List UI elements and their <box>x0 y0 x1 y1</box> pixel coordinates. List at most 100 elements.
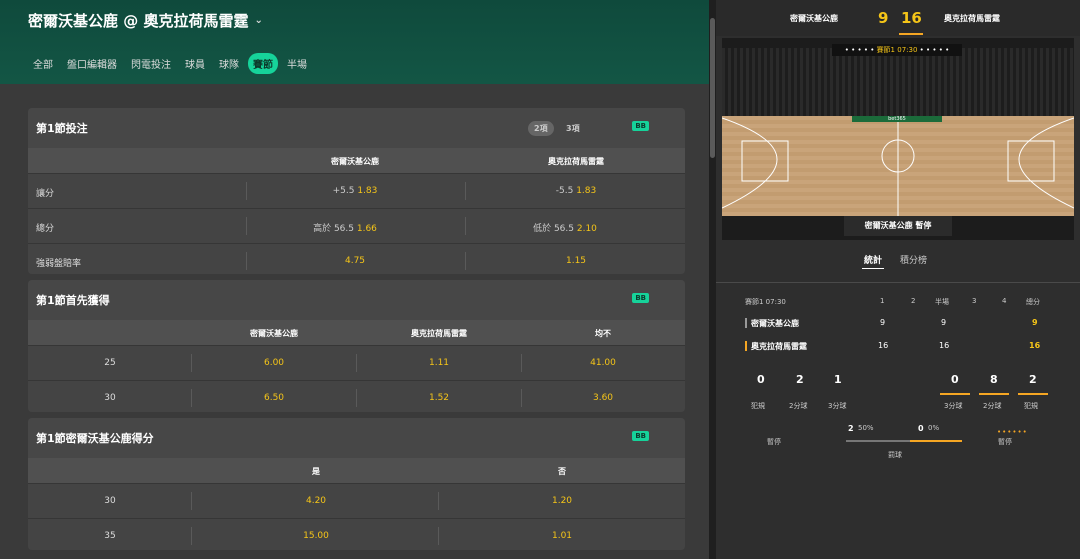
option-pill-2[interactable]: 2項 <box>528 121 554 136</box>
away-total: 16 <box>1029 341 1041 350</box>
table-row: 30 6.50 1.52 3.60 <box>28 380 685 412</box>
odds-cell-home[interactable]: +5.5 1.83 <box>333 186 378 196</box>
label-two-away: 2分球 <box>983 402 1002 410</box>
col-q3: 3 <box>972 297 977 305</box>
odds-cell[interactable]: 6.00 <box>264 358 284 368</box>
table-row: 總分 高於 56.5 1.66 低於 56.5 2.10 <box>28 208 685 243</box>
away-team-row-name: 奧克拉荷馬雷霆 <box>751 342 807 351</box>
home-ft-bar <box>846 440 910 442</box>
home-half: 9 <box>941 318 947 327</box>
col-home: 密爾沃基公鹿 <box>331 157 379 166</box>
row-label: 25 <box>104 358 116 368</box>
bet-builder-badge: BB <box>632 431 649 441</box>
market-header[interactable]: 第1節首先獲得 BB <box>28 280 685 320</box>
odds-cell[interactable]: 1.01 <box>552 531 572 541</box>
away-q1: 16 <box>878 341 889 350</box>
away-three-bar <box>940 393 970 395</box>
home-three-pointers: 1 <box>834 373 842 386</box>
away-team-name: 奧克拉荷馬雷霆 <box>944 14 1000 23</box>
odds-cell-away[interactable]: 1.15 <box>566 256 586 266</box>
odds-cell[interactable]: 6.50 <box>264 393 284 403</box>
market-header[interactable]: 第1節密爾沃基公鹿得分 BB <box>28 418 685 458</box>
row-label: 總分 <box>36 224 55 234</box>
away-fouls: 2 <box>1029 373 1037 386</box>
row-label: 35 <box>104 531 116 541</box>
court-lines <box>722 116 1074 216</box>
row-label: 30 <box>104 393 116 403</box>
col-yes: 是 <box>312 467 320 476</box>
tab-half[interactable]: 半場 <box>282 53 312 74</box>
away-two-bar <box>979 393 1009 395</box>
col-no: 否 <box>558 467 566 476</box>
col-home: 密爾沃基公鹿 <box>250 329 298 338</box>
game-status: 密爾沃基公鹿 暫停 <box>844 216 952 236</box>
odds-cell[interactable]: 1.20 <box>552 496 572 506</box>
option-pill-3[interactable]: 3項 <box>566 123 580 134</box>
label-three: 3分球 <box>828 402 847 410</box>
home-score: 9 <box>878 9 889 27</box>
table-row: 35 15.00 1.01 <box>28 518 685 550</box>
sponsor-board: bet365 <box>852 116 942 122</box>
tab-stats[interactable]: 統計 <box>864 253 882 266</box>
event-header: 密爾沃基公鹿 @ 奧克拉荷馬雷霆 ⌄ 全部 盤口編輯器 閃電投注 球員 球隊 賽… <box>0 0 709 84</box>
odds-cell-away[interactable]: 低於 56.5 2.10 <box>533 221 597 234</box>
tab-standings[interactable]: 積分榜 <box>900 253 927 266</box>
court-floor <box>722 116 1074 216</box>
tab-teams[interactable]: 球隊 <box>214 53 244 74</box>
market-title: 第1節密爾沃基公鹿得分 <box>36 432 154 445</box>
home-fouls: 0 <box>757 373 765 386</box>
event-title[interactable]: 密爾沃基公鹿 @ 奧克拉荷馬雷霆 ⌄ <box>28 10 263 31</box>
market-card-q1-home-points: 第1節密爾沃基公鹿得分 BB 是 否 30 4.20 1.20 35 15.00… <box>28 418 685 550</box>
tab-quick-bet[interactable]: 閃電投注 <box>126 53 176 74</box>
tab-players[interactable]: 球員 <box>180 53 210 74</box>
home-two-pointers: 2 <box>796 373 804 386</box>
away-score: 16 <box>901 9 922 27</box>
crowd-image <box>722 48 1074 118</box>
away-two-pointers: 8 <box>990 373 998 386</box>
home-ft-pct: 50% <box>858 424 874 432</box>
column-header: 密爾沃基公鹿 奧克拉荷馬雷霆 <box>28 148 685 173</box>
tab-all[interactable]: 全部 <box>28 53 58 74</box>
label-three-away: 3分球 <box>944 402 963 410</box>
market-card-q1-first-to: 第1節首先獲得 BB 密爾沃基公鹿 奧克拉荷馬雷霆 均不 25 6.00 1.1… <box>28 280 685 412</box>
home-q1: 9 <box>880 318 886 327</box>
odds-cell-away[interactable]: -5.5 1.83 <box>556 186 596 196</box>
col-neither: 均不 <box>595 329 611 338</box>
table-row: 讓分 +5.5 1.83 -5.5 1.83 <box>28 173 685 208</box>
event-title-text: 密爾沃基公鹿 @ 奧克拉荷馬雷霆 <box>28 12 249 30</box>
scrollbar-thumb[interactable] <box>710 18 715 158</box>
label-fouls-away: 犯規 <box>1024 402 1038 410</box>
home-team-row-name: 密爾沃基公鹿 <box>751 319 799 328</box>
odds-cell[interactable]: 4.20 <box>306 496 326 506</box>
col-q1: 1 <box>880 297 885 305</box>
odds-cell[interactable]: 1.52 <box>429 393 449 403</box>
table-row: 25 6.00 1.11 41.00 <box>28 345 685 380</box>
tab-quarters[interactable]: 賽節 <box>248 53 278 74</box>
scrollbar[interactable] <box>709 0 716 559</box>
row-label: 30 <box>104 496 116 506</box>
divider <box>716 282 1080 283</box>
game-clock: • • • • • 賽節1 07:30 • • • • • <box>832 44 962 56</box>
home-color-marker <box>745 318 747 328</box>
col-away: 奧克拉荷馬雷霆 <box>548 157 604 166</box>
odds-cell[interactable]: 3.60 <box>593 393 613 403</box>
away-timeouts-label: 暫停 <box>998 438 1012 446</box>
chevron-down-icon[interactable]: ⌄ <box>254 15 262 26</box>
row-label: 強弱盤賠率 <box>36 259 82 269</box>
label-fouls: 犯規 <box>751 402 765 410</box>
market-card-q1-bets: 第1節投注 2項 3項 BB 密爾沃基公鹿 奧克拉荷馬雷霆 讓分 +5.5 1.… <box>28 108 685 274</box>
odds-cell-home[interactable]: 4.75 <box>345 256 365 266</box>
odds-cell-home[interactable]: 高於 56.5 1.66 <box>313 221 377 234</box>
court-visualization: • • • • • 賽節1 07:30 • • • • • bet365 密爾沃… <box>722 38 1074 240</box>
col-away: 奧克拉荷馬雷霆 <box>411 329 467 338</box>
odds-cell[interactable]: 1.11 <box>429 358 449 368</box>
market-header[interactable]: 第1節投注 2項 3項 BB <box>28 108 685 148</box>
bet-builder-badge: BB <box>632 121 649 131</box>
away-three-pointers: 0 <box>951 373 959 386</box>
tab-bet-builder[interactable]: 盤口編輯器 <box>62 53 122 74</box>
active-tab-underline <box>862 268 884 269</box>
home-timeouts-label: 暫停 <box>767 438 781 446</box>
odds-cell[interactable]: 15.00 <box>303 531 329 541</box>
away-timeout-dots: •••••• <box>997 428 1028 436</box>
odds-cell[interactable]: 41.00 <box>590 358 616 368</box>
